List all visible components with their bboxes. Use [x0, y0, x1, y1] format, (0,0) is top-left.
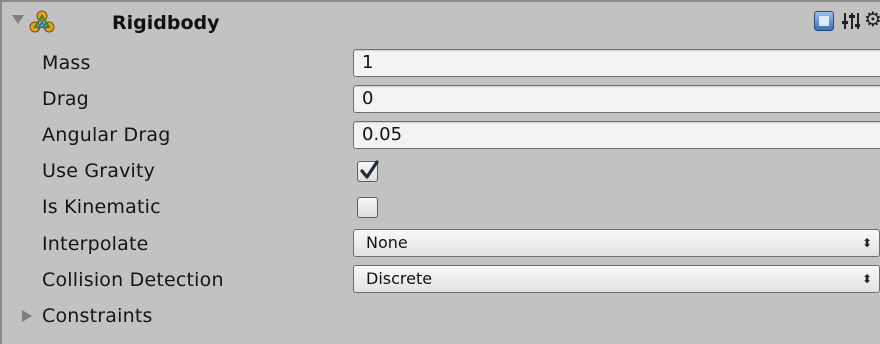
collision-detection-selected-value: Discrete [366, 269, 433, 288]
angular-drag-input[interactable]: 0.05 [353, 121, 880, 149]
component-header[interactable]: Rigidbody ⚙ [2, 2, 880, 40]
angular-drag-label: Angular Drag [42, 124, 171, 146]
is-kinematic-label: Is Kinematic [42, 196, 161, 218]
use-gravity-label: Use Gravity [42, 160, 156, 182]
foldout-triangle-down-icon[interactable] [12, 15, 24, 24]
drag-label: Drag [42, 88, 89, 110]
gear-icon[interactable]: ⚙ [864, 8, 880, 30]
field-row-is-kinematic: Is Kinematic [2, 189, 880, 225]
field-row-interpolate: Interpolate None ⬍ [2, 226, 880, 262]
checkmark-icon [360, 160, 379, 179]
is-kinematic-checkbox[interactable] [357, 197, 378, 218]
interpolate-selected-value: None [366, 233, 408, 252]
constraints-label: Constraints [42, 305, 153, 327]
field-row-use-gravity: Use Gravity [2, 153, 880, 189]
mass-label: Mass [42, 52, 91, 74]
dropdown-arrows-icon: ⬍ [861, 236, 872, 250]
rigidbody-icon [29, 10, 55, 33]
dropdown-arrows-icon: ⬍ [861, 272, 872, 286]
interpolate-label: Interpolate [42, 233, 149, 255]
field-row-mass: Mass 1 [2, 45, 880, 81]
collision-detection-dropdown[interactable]: Discrete ⬍ [353, 265, 880, 293]
interpolate-dropdown[interactable]: None ⬍ [353, 229, 880, 257]
foldout-triangle-right-icon[interactable] [22, 310, 32, 322]
field-row-drag: Drag 0 [2, 81, 880, 117]
field-row-collision-detection: Collision Detection Discrete ⬍ [2, 262, 880, 298]
help-book-icon[interactable] [814, 11, 834, 31]
component-enabled-checkbox[interactable] [64, 11, 84, 31]
drag-input[interactable]: 0 [353, 85, 880, 113]
use-gravity-checkbox[interactable] [357, 160, 379, 182]
mass-input[interactable]: 1 [353, 49, 880, 77]
field-row-angular-drag: Angular Drag 0.05 [2, 117, 880, 153]
inspector-component-panel: Rigidbody ⚙ Mass 1 Drag 0 Angular Drag 0… [0, 0, 880, 344]
collision-detection-label: Collision Detection [42, 269, 224, 291]
constraints-foldout[interactable]: Constraints [2, 298, 880, 334]
component-title: Rigidbody [112, 12, 220, 34]
preset-sliders-icon[interactable] [842, 11, 860, 31]
